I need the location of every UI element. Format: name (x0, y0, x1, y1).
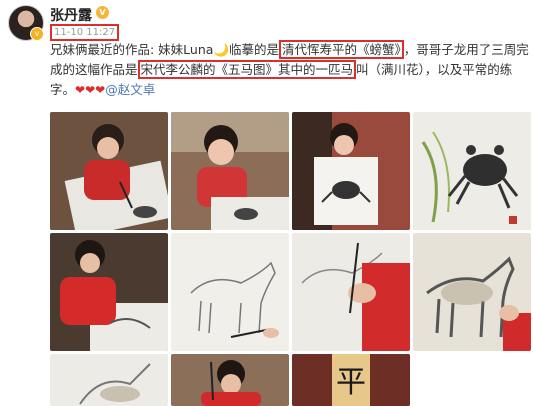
text-part-1: 兄妹俩最近的作品: 妹妹Luna (50, 42, 214, 57)
calligraphy-character: 平 (336, 365, 366, 400)
highlight-horse-painting: 宋代李公麟的《五马图》其中的一匹马 (137, 60, 357, 79)
mention-link[interactable]: @赵文卓 (105, 82, 155, 97)
highlight-crab-painting: 清代恽寿平的《螃蟹》 (279, 40, 404, 59)
post-timestamp[interactable]: 11-10 11:27 (50, 24, 120, 41)
photo-boy-writing[interactable] (171, 354, 289, 406)
photo-horse-sketch[interactable] (171, 233, 289, 351)
photo-girl-holding-crab-painting[interactable] (292, 112, 410, 230)
vip-badge-icon: V (96, 6, 109, 19)
hearts-emoji-icon: ❤❤❤ (75, 83, 106, 97)
photo-horse-painting-finished[interactable] (413, 233, 531, 351)
photo-calligraphy[interactable]: 平 (292, 354, 410, 406)
text-part-2: 临摹的是 (229, 42, 280, 57)
photo-crab-painting-closeup[interactable] (413, 112, 531, 230)
weibo-post: v 张丹露 V 11-10 11:27 兄妹俩最近的作品: 妹妹Luna🌙临摹的… (0, 0, 533, 406)
moon-emoji-icon: 🌙 (213, 42, 230, 57)
post-text: 兄妹俩最近的作品: 妹妹Luna🌙临摹的是 清代恽寿平的《螃蟹》 ，哥哥子龙用了三周… (50, 40, 530, 100)
photo-horse-painting-partial[interactable] (50, 354, 168, 406)
verified-badge-icon: v (30, 27, 44, 41)
photo-boy-brush-horse[interactable] (292, 233, 410, 351)
photo-girl-painting-crab-1[interactable] (50, 112, 168, 230)
username[interactable]: 张丹露 (50, 5, 92, 25)
photo-boy-painting-1[interactable] (50, 233, 168, 351)
photo-girl-smiling-with-crab[interactable] (171, 112, 289, 230)
